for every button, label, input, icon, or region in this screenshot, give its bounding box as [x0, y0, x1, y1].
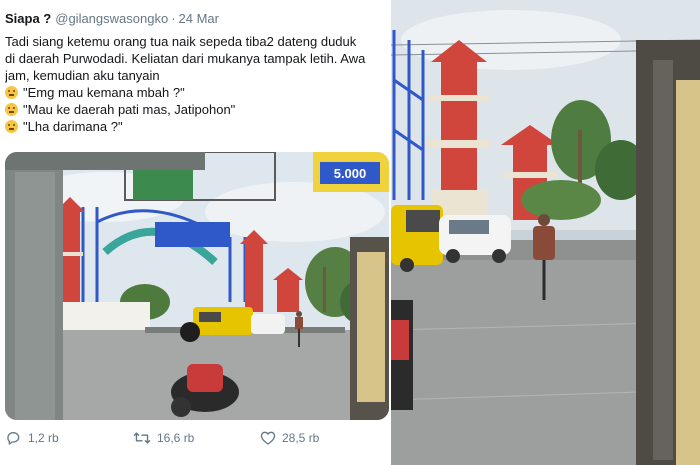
quote-line: "Mau ke daerah pati mas, Jatipohon"	[5, 101, 390, 118]
heart-icon	[260, 431, 276, 445]
author-name[interactable]: Siapa ?	[5, 11, 51, 26]
zoomed-scene	[391, 0, 700, 465]
separator-dot: ·	[171, 11, 176, 26]
grinning-sweat-emoji	[5, 120, 18, 133]
tweet-actions: 1,2 rb 16,6 rb 28,5 rb	[0, 430, 391, 452]
quote-text: "Emg mau kemana mbah ?"	[23, 85, 185, 100]
tweet-date[interactable]: 24 Mar	[179, 11, 219, 26]
tweet-line: jam, kemudian aku tanyain	[5, 68, 160, 83]
reply-count: 1,2 rb	[28, 431, 59, 445]
quote-text: "Mau ke daerah pati mas, Jatipohon"	[23, 102, 236, 117]
author-handle[interactable]: @gilangswasongko	[55, 11, 168, 26]
quote-line: "Emg mau kemana mbah ?"	[5, 84, 390, 101]
quote-text: "Lha darimana ?"	[23, 119, 123, 134]
retweet-icon	[133, 432, 151, 444]
like-button[interactable]: 28,5 rb	[260, 430, 319, 446]
tweet-card: Siapa ? @gilangswasongko · 24 Mar Tadi sian…	[0, 0, 391, 465]
retweet-button[interactable]: 16,6 rb	[133, 430, 194, 446]
reply-icon	[7, 432, 20, 445]
tweet-text: Tadi siang ketemu orang tua naik sepeda …	[5, 33, 390, 135]
billboard-price: 5.000	[334, 166, 367, 181]
quote-line: "Lha darimana ?"	[5, 118, 390, 135]
grinning-sweat-emoji	[5, 103, 18, 116]
grinning-sweat-emoji	[5, 86, 18, 99]
like-count: 28,5 rb	[282, 431, 320, 445]
zoomed-street-photo	[391, 0, 700, 465]
street-scene-photo: 5.000	[5, 152, 389, 420]
retweet-count: 16,6 rb	[157, 431, 195, 445]
tweet-header: Siapa ? @gilangswasongko · 24 Mar	[5, 11, 219, 26]
tweet-photo[interactable]: 5.000	[5, 152, 389, 420]
tweet-line: Tadi siang ketemu orang tua naik sepeda …	[5, 34, 357, 49]
reply-button[interactable]: 1,2 rb	[6, 430, 59, 446]
tweet-line: di daerah Purwodadi. Keliatan dari mukan…	[5, 51, 366, 66]
